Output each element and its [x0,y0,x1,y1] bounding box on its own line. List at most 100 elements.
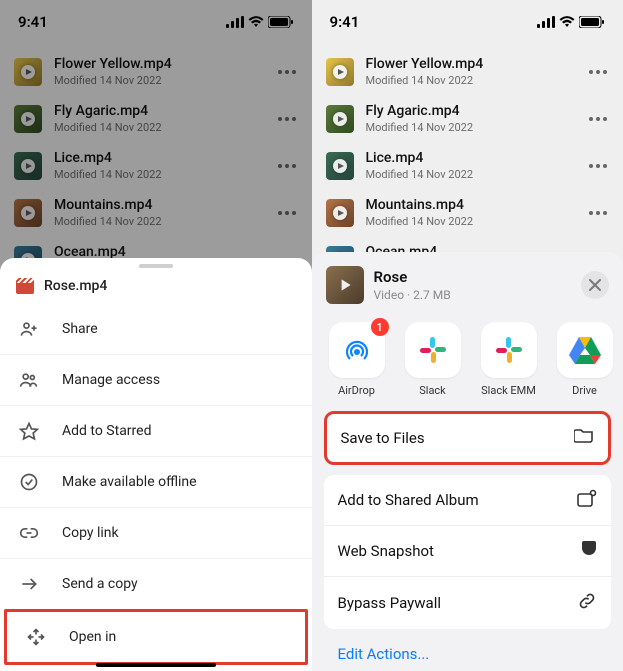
file-info: Lice.mp4 Modified 14 Nov 2022 [54,150,264,181]
file-info: Fly Agaric.mp4 Modified 14 Nov 2022 [54,103,264,134]
status-time: 9:41 [330,13,360,31]
video-thumb [14,199,42,227]
more-icon[interactable] [587,117,609,121]
action-save-to-files[interactable]: Save to Files [327,414,609,462]
action-share[interactable]: Share [0,304,312,354]
action-label: Copy link [62,525,119,541]
status-icons [537,16,605,28]
action-offline[interactable]: Make available offline [0,456,312,507]
status-bar: 9:41 [0,0,312,44]
action-label: Web Snapshot [338,542,434,560]
file-list: Flower Yellow.mp4 Modified 14 Nov 2022 F… [0,44,312,287]
target-label: Drive [572,384,597,397]
action-send-copy[interactable]: Send a copy [0,558,312,609]
action-open-in[interactable]: Open in [4,609,308,665]
pocket-icon [581,540,597,562]
file-row[interactable]: Mountains.mp4 Modified 14 Nov 2022 [0,189,312,236]
file-meta: Modified 14 Nov 2022 [54,74,264,87]
sheet-grabber[interactable] [139,264,173,268]
more-icon[interactable] [587,211,609,215]
left-screenshot: 9:41 Flower Yellow.mp4 Modified 14 Nov 2… [0,0,312,671]
folder-icon [574,428,594,448]
file-row[interactable]: Fly Agaric.mp4 Modified 14 Nov 2022 [0,95,312,142]
share-targets[interactable]: 1 AirDrop Slack Slack EMM Driv [312,314,623,411]
file-meta: Modified 14 Nov 2022 [366,215,576,228]
offline-icon [18,471,40,493]
file-name: Mountains.mp4 [54,197,264,213]
share-header: Rose Video · 2.7 MB [312,252,623,314]
target-label: Slack [419,384,446,397]
home-indicator[interactable] [96,663,216,667]
drive-icon [557,322,613,378]
action-bypass-paywall[interactable]: Bypass Paywall [324,576,612,629]
action-label: Bypass Paywall [338,594,441,612]
more-icon[interactable] [276,164,298,168]
share-title: Rose [374,268,572,286]
more-icon[interactable] [276,117,298,121]
signal-icon [537,16,555,28]
send-icon [18,573,40,595]
battery-icon [268,16,294,28]
sheet-title: Rose.mp4 [44,278,107,294]
drive-action-sheet: Rose.mp4 Share Manage access Add to Star… [0,258,312,671]
file-row[interactable]: Flower Yellow.mp4 Modified 14 Nov 2022 [0,48,312,95]
ios-share-sheet: Rose Video · 2.7 MB 1 AirDrop Slack [312,252,623,671]
file-name: Mountains.mp4 [366,197,576,213]
more-icon[interactable] [587,164,609,168]
edit-actions-link[interactable]: Edit Actions... [324,639,612,665]
target-drive[interactable]: Drive [554,322,616,397]
file-row[interactable]: Mountains.mp4 Modified 14 Nov 2022 [312,189,623,236]
file-row[interactable]: Flower Yellow.mp4Modified 14 Nov 2022 [312,48,623,95]
more-icon[interactable] [276,211,298,215]
file-list: Flower Yellow.mp4Modified 14 Nov 2022 Fl… [312,44,623,287]
action-label: Share [62,321,98,337]
video-thumb [326,58,354,86]
close-icon [589,279,601,291]
airdrop-icon: 1 [329,322,385,378]
action-web-snapshot[interactable]: Web Snapshot [324,525,612,576]
file-name: Flower Yellow.mp4 [366,56,576,72]
video-thumb [326,152,354,180]
file-row[interactable]: Lice.mp4 Modified 14 Nov 2022 [0,142,312,189]
file-meta: Modified 14 Nov 2022 [366,121,576,134]
file-row[interactable]: Lice.mp4Modified 14 Nov 2022 [312,142,623,189]
file-meta: Modified 14 Nov 2022 [366,168,576,181]
action-label: Save to Files [341,429,425,447]
slack-icon [405,322,461,378]
signal-icon [226,16,244,28]
wifi-icon [248,16,264,28]
close-button[interactable] [581,271,609,299]
link-icon [18,522,40,544]
file-row[interactable]: Fly Agaric.mp4Modified 14 Nov 2022 [312,95,623,142]
more-icon[interactable] [587,70,609,74]
share-subtitle: Video · 2.7 MB [374,288,572,302]
more-icon[interactable] [276,70,298,74]
action-shared-album[interactable]: Add to Shared Album [324,475,612,525]
file-name: Flower Yellow.mp4 [54,56,264,72]
action-add-starred[interactable]: Add to Starred [0,405,312,456]
sheet-header: Rose.mp4 [0,272,312,304]
right-screenshot: 9:41 Flower Yellow.mp4Modified 14 Nov 20… [312,0,623,671]
video-thumb [14,58,42,86]
status-icons [226,16,294,28]
chain-icon [577,591,597,615]
share-thumb [326,266,364,304]
target-slack-emm[interactable]: Slack EMM [478,322,540,397]
target-label: Slack EMM [481,384,536,397]
action-list: Share Manage access Add to Starred Make … [0,304,312,665]
wifi-icon [559,16,575,28]
video-thumb [14,152,42,180]
action-manage-access[interactable]: Manage access [0,354,312,405]
target-airdrop[interactable]: 1 AirDrop [326,322,388,397]
file-info: Flower Yellow.mp4 Modified 14 Nov 2022 [54,56,264,87]
action-group-highlight: Save to Files [324,411,612,465]
airdrop-badge: 1 [371,318,389,336]
share-actions: Save to Files Add to Shared Album Web Sn… [312,411,623,665]
people-icon [18,369,40,391]
action-copy-link[interactable]: Copy link [0,507,312,558]
target-slack[interactable]: Slack [402,322,464,397]
file-meta: Modified 14 Nov 2022 [54,121,264,134]
battery-icon [579,16,605,28]
star-icon [18,420,40,442]
action-label: Make available offline [62,474,197,490]
